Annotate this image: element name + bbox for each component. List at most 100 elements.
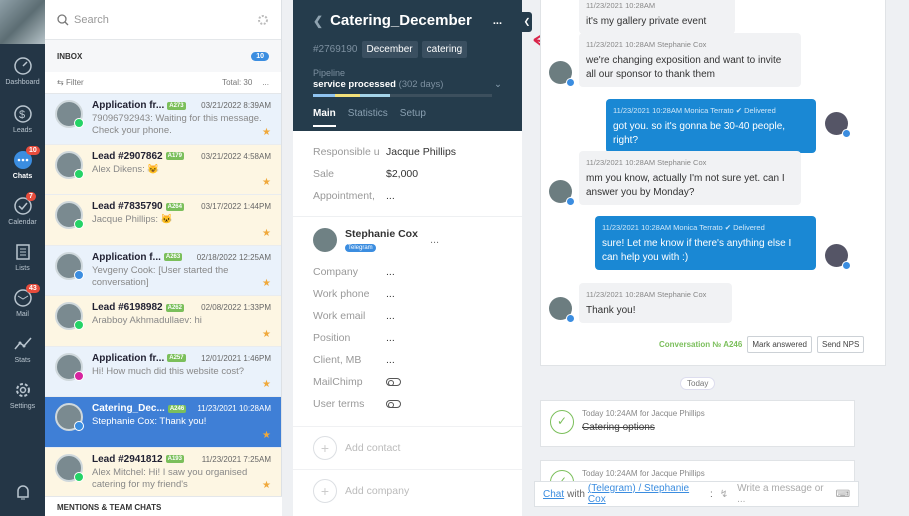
whatsapp-icon <box>74 471 84 482</box>
send-nps-button[interactable]: Send NPS <box>817 336 865 353</box>
mark-answered-button[interactable]: Mark answered <box>747 336 812 353</box>
conversation-tag: A264 <box>165 202 184 211</box>
last-message: 79096792943: Waiting for this message. C… <box>92 113 262 136</box>
gear-icon[interactable] <box>257 14 269 26</box>
chat-mode-link[interactable]: Chat <box>543 489 564 500</box>
list-item[interactable]: Lead #6198982 A262 02/08/2022 1:33PM Arabbo… <box>45 296 281 347</box>
more-icon[interactable]: ... <box>493 15 502 27</box>
nav-chats[interactable]: 10 Chats <box>0 146 45 180</box>
telegram-icon <box>74 421 84 431</box>
star-icon[interactable]: ★ <box>262 480 271 491</box>
whatsapp-icon <box>74 219 84 229</box>
contact-field[interactable]: Work email... <box>293 305 522 327</box>
nav-leads[interactable]: $ Leads <box>0 104 45 134</box>
contact-avatar <box>549 61 575 87</box>
inbox-count-badge: 10 <box>251 51 269 61</box>
message-composer[interactable]: Chat with (Telegram) / Stephanie Cox: ↯ … <box>534 481 859 507</box>
instagram-icon <box>74 370 84 381</box>
keyboard-icon[interactable]: ⌨ <box>836 489 850 500</box>
contact-field[interactable]: MailChimp <box>293 371 522 393</box>
contact-header[interactable]: Stephanie Cox Telegram ... <box>293 227 522 253</box>
lead-title[interactable]: Catering_December <box>330 12 472 29</box>
bell-icon <box>16 485 29 500</box>
field-sale[interactable]: Sale $2,000 <box>293 163 522 185</box>
message-input[interactable]: Write a message or ... <box>737 483 832 505</box>
list-item[interactable]: Lead #2941812 A193 11/23/2021 7:25AM Alex M… <box>45 447 281 498</box>
star-icon[interactable]: ★ <box>262 379 271 390</box>
list-item[interactable]: Lead #7835790 A264 03/17/2022 1:44PM Jacque… <box>45 195 281 246</box>
nav-mail[interactable]: 43 Mail <box>0 284 45 318</box>
lists-icon <box>15 244 30 260</box>
conversation-tag: A179 <box>165 152 184 160</box>
search-bar[interactable]: Search <box>45 0 281 40</box>
tab-setup[interactable]: Setup <box>400 108 426 127</box>
contact-field[interactable]: User terms <box>293 393 522 415</box>
telegram-icon <box>566 197 575 206</box>
contact-field[interactable]: Company... <box>293 261 522 283</box>
contact-name[interactable]: Stephanie Cox <box>345 228 418 240</box>
leads-icon: $ <box>13 105 32 123</box>
contact-field[interactable]: Position... <box>293 327 522 349</box>
channel-link[interactable]: (Telegram) / Stephanie Cox <box>588 483 707 505</box>
star-icon[interactable]: ★ <box>262 430 271 441</box>
lead-title: Lead #7835790 <box>92 201 163 212</box>
nav-stats[interactable]: Stats <box>0 334 45 364</box>
pipeline-label: Pipeline <box>313 68 346 78</box>
stats-icon <box>13 337 32 350</box>
last-message: Jacque Phillips: 🐱 <box>92 214 173 225</box>
lead-date: 03/21/2022 4:58AM <box>201 151 271 161</box>
contact-more-icon[interactable]: ... <box>430 234 439 246</box>
pipeline-stage[interactable]: service processed (302 days) ⌄ <box>313 79 502 90</box>
dashboard-icon <box>13 57 32 75</box>
nav-notifications[interactable] <box>0 482 45 505</box>
user-avatar[interactable] <box>0 0 45 44</box>
lead-title: Application fr... <box>92 100 165 111</box>
task-item[interactable]: ✓ Today 10:24AM for Jacque Phillips Cate… <box>540 400 855 447</box>
conversation-actions: Conversation № A246 Mark answered Send N… <box>659 336 865 353</box>
message-bubble: 11/23/2021 10:28AM Stephanie Cox Thank yo… <box>579 283 732 323</box>
tab-statistics[interactable]: Statistics <box>348 108 388 127</box>
filter-bar[interactable]: ⇆ Filter Total: 30 ... <box>45 72 281 94</box>
add-company-button[interactable]: + Add company <box>293 469 522 512</box>
last-message: Hi! How much did this website cost? <box>92 365 245 377</box>
telegram-icon <box>842 261 851 270</box>
list-item[interactable]: Lead #2907862 A179 03/21/2022 4:58AM Alex D… <box>45 144 281 195</box>
tag-december[interactable]: December <box>361 41 418 58</box>
contact-field[interactable]: Work phone... <box>293 283 522 305</box>
nav-settings[interactable]: Settings <box>0 380 45 410</box>
toggle-icon[interactable] <box>386 378 401 386</box>
left-nav: Dashboard $ Leads 10 Chats 7 Calendar Li… <box>0 0 45 516</box>
star-icon[interactable]: ★ <box>262 278 271 289</box>
add-contact-button[interactable]: + Add contact <box>293 426 522 469</box>
star-icon[interactable]: ★ <box>262 329 271 340</box>
nav-lists[interactable]: Lists <box>0 242 45 272</box>
list-item[interactable]: Catering_Dec... A246 11/23/2021 10:28AM Ste… <box>45 397 281 448</box>
conversation-tag: A273 <box>167 101 186 110</box>
list-item[interactable]: Application fr... A273 03/21/2022 8:39AM 79… <box>45 94 281 145</box>
nav-dashboard[interactable]: Dashboard <box>0 56 45 86</box>
telegram-icon <box>566 78 575 87</box>
search-input[interactable]: Search <box>74 14 109 26</box>
filter-label[interactable]: Filter <box>66 78 84 87</box>
tag-catering[interactable]: catering <box>421 41 468 58</box>
nav-calendar[interactable]: 7 Calendar <box>0 192 45 226</box>
lightning-icon[interactable]: ↯ <box>720 489 728 500</box>
contact-field[interactable]: Client, MB... <box>293 349 522 371</box>
lead-date: 02/08/2022 1:33PM <box>201 303 271 312</box>
more-icon[interactable]: ... <box>262 78 269 87</box>
star-icon[interactable]: ★ <box>262 127 271 138</box>
mentions-header[interactable]: MENTIONS & TEAM CHATS <box>45 496 282 516</box>
field-appointment[interactable]: Appointment,... <box>293 185 522 207</box>
toggle-icon[interactable] <box>386 400 401 408</box>
star-icon[interactable]: ★ <box>262 177 271 188</box>
field-responsible[interactable]: Responsible u Jacque Phillips <box>293 141 522 163</box>
list-item[interactable]: Application f... A263 02/18/2022 12:25AM Ye… <box>45 245 281 296</box>
back-icon[interactable]: ❮ <box>313 14 323 28</box>
search-icon <box>57 13 69 25</box>
conversation-number[interactable]: Conversation № A246 <box>659 340 742 349</box>
lead-avatar <box>55 251 84 280</box>
check-icon[interactable]: ✓ <box>550 410 574 434</box>
list-item[interactable]: Application fr... A257 12/01/2021 1:46PM Hi… <box>45 346 281 397</box>
tab-main[interactable]: Main <box>313 108 336 127</box>
star-icon[interactable]: ★ <box>262 228 271 239</box>
